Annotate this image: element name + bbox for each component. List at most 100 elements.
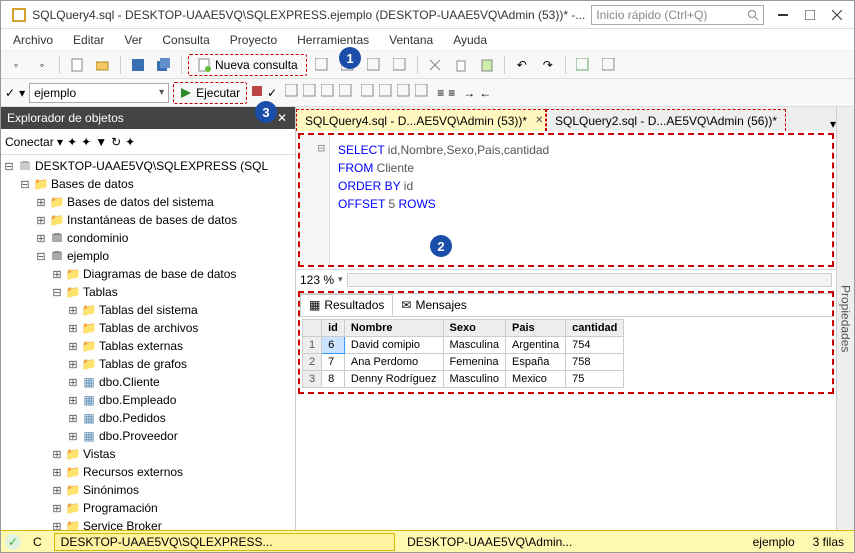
tree-table-pedidos[interactable]: ⊞▦dbo.Pedidos — [1, 409, 295, 427]
object-tree[interactable]: ⊟DESKTOP-UAAE5VQ\SQLEXPRESS (SQL ⊟📁Bases… — [1, 155, 295, 530]
maximize-button[interactable] — [797, 4, 824, 26]
toolbar-icon[interactable] — [397, 84, 411, 101]
toolbar-icon[interactable]: ▾ — [19, 86, 25, 100]
zoom-level[interactable]: 123 % — [300, 273, 334, 287]
tree-condo[interactable]: ⊞condominio — [1, 229, 295, 247]
menu-herramientas[interactable]: Herramientas — [289, 31, 377, 49]
tree-snapshots[interactable]: ⊞📁Instantáneas de bases de datos — [1, 211, 295, 229]
cut-button[interactable] — [424, 54, 446, 76]
close-button[interactable] — [823, 4, 850, 26]
editor-gutter: ⊟ — [300, 135, 330, 265]
connect-dropdown[interactable]: Conectar ▾ — [5, 135, 63, 149]
minimize-button[interactable] — [770, 4, 797, 26]
toolbar-icon[interactable]: ✦ — [81, 135, 91, 149]
menu-editar[interactable]: Editar — [65, 31, 112, 49]
menu-proyecto[interactable]: Proyecto — [222, 31, 285, 49]
tree-graph-tables[interactable]: ⊞📁Tablas de grafos — [1, 355, 295, 373]
tree-file-tables[interactable]: ⊞📁Tablas de archivos — [1, 319, 295, 337]
execute-button[interactable]: Ejecutar — [173, 82, 247, 104]
tree-tables[interactable]: ⊟📁Tablas — [1, 283, 295, 301]
tree-programming[interactable]: ⊞📁Programación — [1, 499, 295, 517]
status-bar: ✓ C DESKTOP-UAAE5VQ\SQLEXPRESS... DESKTO… — [1, 530, 854, 552]
editor-code[interactable]: SELECT id,Nombre,Sexo,Pais,cantidad FROM… — [330, 135, 832, 265]
tree-ejemplo[interactable]: ⊟ejemplo — [1, 247, 295, 265]
tree-databases[interactable]: ⊟📁Bases de datos — [1, 175, 295, 193]
chevron-down-icon[interactable]: ▾ — [338, 274, 343, 285]
tab-sqlquery4[interactable]: SQLQuery4.sql - D...AE5VQ\Admin (53))*✕ — [296, 109, 546, 131]
menu-ventana[interactable]: Ventana — [381, 31, 441, 49]
tree-table-proveedor[interactable]: ⊞▦dbo.Proveedor — [1, 427, 295, 445]
new-query-button[interactable]: Nueva consulta — [188, 54, 307, 76]
tree-table-empleado[interactable]: ⊞▦dbo.Empleado — [1, 391, 295, 409]
undo-button[interactable]: ↶ — [511, 54, 533, 76]
nav-back-button[interactable]: ◦ — [5, 54, 27, 76]
query-toolbar: ✓ ▾ ejemplo ▾ Ejecutar 3 ✓ ≡ ≡ → ← — [1, 79, 854, 107]
toolbar-icon[interactable] — [311, 54, 333, 76]
toolbar-icon[interactable] — [363, 54, 385, 76]
toolbar-icon[interactable] — [321, 84, 335, 101]
properties-strip[interactable]: Propiedades — [836, 107, 854, 530]
tabs-more-button[interactable]: ▾ — [830, 117, 836, 131]
toolbar-icon[interactable] — [598, 54, 620, 76]
tab-mensajes[interactable]: ✉Mensajes — [393, 294, 474, 316]
results-grid[interactable]: idNombreSexoPaiscantidad 16David comipio… — [302, 319, 624, 388]
sql-editor[interactable]: ⊟ SELECT id,Nombre,Sexo,Pais,cantidad FR… — [300, 135, 832, 265]
menu-bar: Archivo Editar Ver Consulta Proyecto Her… — [1, 29, 854, 51]
nav-fwd-button[interactable]: ◦ — [31, 54, 53, 76]
tree-server[interactable]: ⊟DESKTOP-UAAE5VQ\SQLEXPRESS (SQL — [1, 157, 295, 175]
save-button[interactable] — [127, 54, 149, 76]
tree-service-broker[interactable]: ⊞📁Service Broker — [1, 517, 295, 530]
tree-diagrams[interactable]: ⊞📁Diagramas de base de datos — [1, 265, 295, 283]
toolbar-icon[interactable] — [415, 84, 429, 101]
tree-synonyms[interactable]: ⊞📁Sinónimos — [1, 481, 295, 499]
indent-button[interactable]: → — [463, 86, 475, 100]
menu-ver[interactable]: Ver — [116, 31, 150, 49]
database-combo-value: ejemplo — [34, 86, 76, 100]
open-button[interactable] — [92, 54, 114, 76]
quick-launch-input[interactable]: Inicio rápido (Ctrl+Q) — [591, 5, 763, 25]
toolbar-icon[interactable] — [572, 54, 594, 76]
save-all-button[interactable] — [153, 54, 175, 76]
toolbar-icon[interactable] — [303, 84, 317, 101]
panel-close-icon[interactable]: ✕ — [275, 111, 289, 125]
menu-archivo[interactable]: Archivo — [5, 31, 61, 49]
close-icon[interactable]: ✕ — [535, 115, 543, 126]
uncomment-button[interactable]: ≡ — [448, 86, 455, 100]
toolbar-icon[interactable]: ↻ — [111, 135, 121, 149]
stop-button[interactable] — [251, 85, 263, 100]
outdent-button[interactable]: ← — [479, 86, 491, 100]
toolbar-icon[interactable]: ✓ — [5, 86, 15, 100]
tab-resultados[interactable]: ▦Resultados — [300, 294, 393, 316]
toolbar-icon[interactable]: ✦ — [125, 135, 135, 149]
toolbar-icon[interactable] — [389, 54, 411, 76]
tree-table-cliente[interactable]: ⊞▦dbo.Cliente — [1, 373, 295, 391]
toolbar-icon[interactable] — [285, 84, 299, 101]
redo-button[interactable]: ↷ — [537, 54, 559, 76]
results-tabs: ▦Resultados ✉Mensajes — [300, 293, 832, 317]
menu-consulta[interactable]: Consulta — [154, 31, 217, 49]
status-user: DESKTOP-UAAE5VQ\Admin... — [401, 533, 740, 551]
copy-button[interactable] — [450, 54, 472, 76]
tab-sqlquery2[interactable]: SQLQuery2.sql - D...AE5VQ\Admin (56))* — [546, 109, 786, 131]
tree-sys-tables[interactable]: ⊞📁Tablas del sistema — [1, 301, 295, 319]
parse-button[interactable]: ✓ — [267, 86, 277, 100]
paste-button[interactable] — [476, 54, 498, 76]
toolbar-icon[interactable]: ▼ — [95, 135, 107, 149]
tree-ext-tables[interactable]: ⊞📁Tablas externas — [1, 337, 295, 355]
tree-sys-db[interactable]: ⊞📁Bases de datos del sistema — [1, 193, 295, 211]
menu-ayuda[interactable]: Ayuda — [445, 31, 495, 49]
toolbar-icon[interactable] — [379, 84, 393, 101]
callout-2: 2 — [430, 235, 452, 257]
search-icon — [747, 9, 759, 21]
database-combo[interactable]: ejemplo ▾ — [29, 83, 169, 103]
tree-ext-resources[interactable]: ⊞📁Recursos externos — [1, 463, 295, 481]
toolbar-icon[interactable]: ✦ — [67, 135, 77, 149]
toolbar-icon[interactable] — [339, 84, 353, 101]
table-row: 27Ana PerdomoFemeninaEspaña758 — [303, 354, 624, 371]
new-item-button[interactable] — [66, 54, 88, 76]
toolbar-icon[interactable] — [361, 84, 375, 101]
comment-button[interactable]: ≡ — [437, 86, 444, 100]
tree-views[interactable]: ⊞📁Vistas — [1, 445, 295, 463]
object-explorer-toolbar: Conectar ▾ ✦ ✦ ▼ ↻ ✦ — [1, 129, 295, 155]
horizontal-scrollbar[interactable] — [347, 273, 832, 287]
